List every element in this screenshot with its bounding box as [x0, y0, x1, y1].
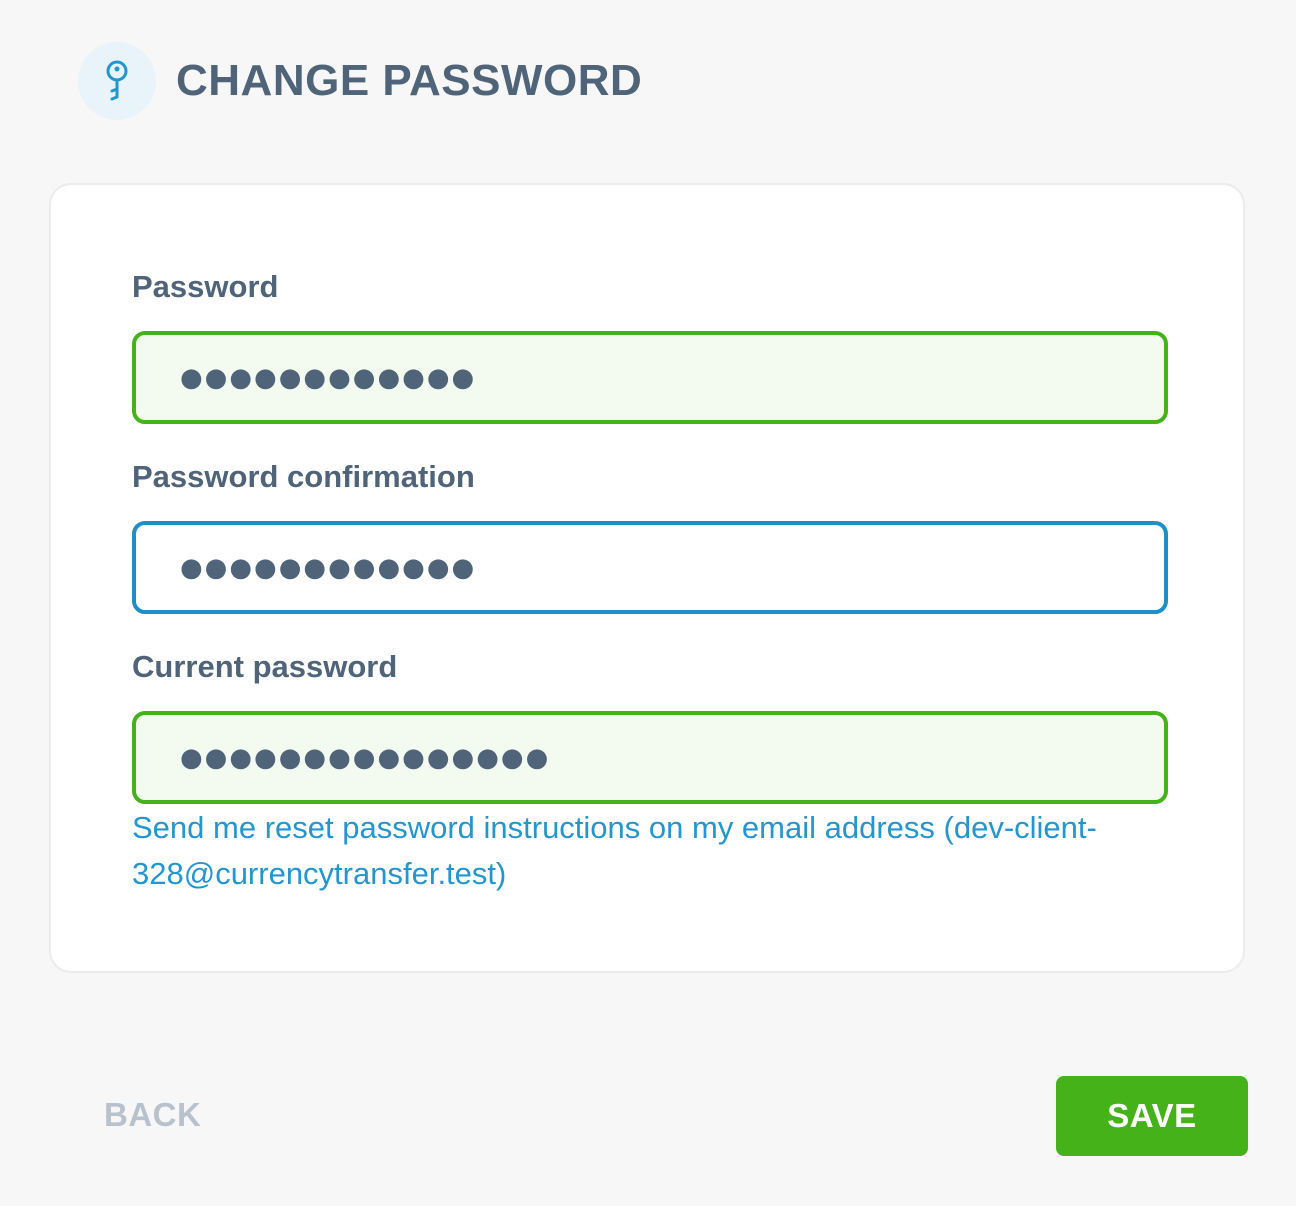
save-button[interactable]: SAVE	[1056, 1076, 1248, 1156]
password-confirmation-value: ●●●●●●●●●●●●	[180, 552, 477, 583]
reset-password-link[interactable]: Send me reset password instructions on m…	[132, 805, 1132, 897]
page-title: CHANGE PASSWORD	[176, 56, 643, 105]
back-button[interactable]: BACK	[104, 1096, 201, 1134]
page-header: CHANGE PASSWORD	[78, 42, 642, 120]
current-password-label: Current password	[132, 649, 398, 684]
password-value: ●●●●●●●●●●●●	[180, 362, 477, 393]
password-confirmation-field[interactable]: ●●●●●●●●●●●●	[132, 521, 1168, 614]
password-confirmation-label: Password confirmation	[132, 459, 475, 494]
current-password-value: ●●●●●●●●●●●●●●●	[180, 742, 551, 773]
password-label: Password	[132, 269, 279, 304]
change-password-form: Password ●●●●●●●●●●●● Password confirmat…	[49, 183, 1245, 973]
current-password-field[interactable]: ●●●●●●●●●●●●●●●	[132, 711, 1168, 804]
key-icon	[78, 42, 156, 120]
password-field[interactable]: ●●●●●●●●●●●●	[132, 331, 1168, 424]
